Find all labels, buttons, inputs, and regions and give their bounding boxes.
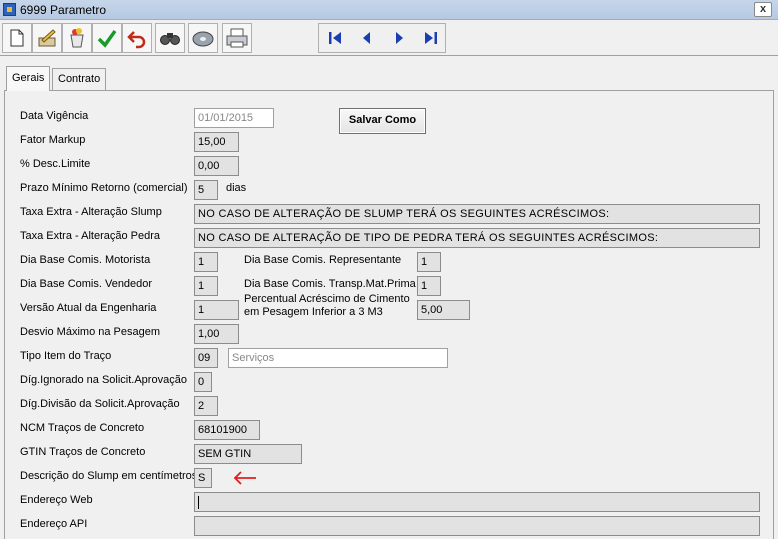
cancel-icon <box>70 28 84 48</box>
text-cursor <box>198 495 199 509</box>
gtin-field[interactable]: SEM GTIN <box>194 444 302 464</box>
edit-button[interactable] <box>32 23 62 53</box>
prev-record-button[interactable] <box>351 24 383 52</box>
first-record-icon <box>329 32 341 44</box>
label-percentual-cimento-2: em Pesagem Inferior a 3 M3 <box>244 306 383 318</box>
label-dia-motorista: Dia Base Comis. Motorista <box>20 254 151 266</box>
cancel-button[interactable] <box>62 23 92 53</box>
salvar-como-button[interactable]: Salvar Como <box>339 108 426 134</box>
fator-markup-field[interactable]: 15,00 <box>194 132 239 152</box>
label-dia-transp: Dia Base Comis. Transp.Mat.Prima <box>244 278 416 290</box>
endereco-web-field[interactable] <box>194 492 760 512</box>
label-slump-cm: Descrição do Slump em centímetros <box>20 470 198 482</box>
label-fator-markup: Fator Markup <box>20 134 86 146</box>
label-taxa-slump: Taxa Extra - Alteração Slump <box>20 206 162 218</box>
undo-button[interactable] <box>122 23 152 53</box>
taxa-pedra-field[interactable]: NO CASO DE ALTERAÇÃO DE TIPO DE PEDRA TE… <box>194 228 760 248</box>
new-icon <box>10 29 24 47</box>
window-title: 6999 Parametro <box>20 3 107 17</box>
label-taxa-pedra: Taxa Extra - Alteração Pedra <box>20 230 161 242</box>
prazo-minimo-unit: dias <box>226 182 247 194</box>
app-icon <box>3 3 16 16</box>
ncm-field[interactable]: 68101900 <box>194 420 260 440</box>
label-prazo-minimo: Prazo Mínimo Retorno (comercial) <box>20 182 188 194</box>
percentual-cimento-field[interactable]: 5,00 <box>417 300 470 320</box>
versao-engenharia-field[interactable]: 1 <box>194 300 239 320</box>
label-dia-representante: Dia Base Comis. Representante <box>244 254 402 266</box>
print-icon <box>226 28 248 48</box>
last-record-icon <box>425 32 437 44</box>
tab-contrato-web[interactable]: Contrato WEB <box>52 68 107 105</box>
tab-gerais[interactable]: Gerais <box>6 66 51 91</box>
save-disk-icon <box>192 31 214 47</box>
record-navigation <box>318 23 446 53</box>
edit-icon <box>38 29 56 47</box>
label-dig-ignorado: Díg.Ignorado na Solicit.Aprovação <box>20 374 187 386</box>
label-dig-divisao: Díg.Divisão da Solicit.Aprovação <box>20 398 180 410</box>
label-percentual-cimento-1: Percentual Acréscimo de Cimento <box>244 293 410 305</box>
confirm-button[interactable] <box>92 23 122 53</box>
find-button[interactable] <box>155 23 185 53</box>
dia-transp-field[interactable]: 1 <box>417 276 441 296</box>
title-bar: 6999 Parametro x <box>0 0 778 20</box>
tipo-item-code-field[interactable]: 09 <box>194 348 218 368</box>
find-icon <box>160 33 180 45</box>
prev-record-icon <box>363 32 370 44</box>
label-endereco-web: Endereço Web <box>20 494 93 506</box>
label-desvio-maximo: Desvio Máximo na Pesagem <box>20 326 161 338</box>
label-dia-vendedor: Dia Base Comis. Vendedor <box>20 278 153 290</box>
print-button[interactable] <box>222 23 252 53</box>
save-disk-button[interactable] <box>188 23 218 53</box>
label-tipo-item: Tipo Item do Traço <box>20 350 112 362</box>
undo-icon <box>127 31 146 49</box>
data-vigencia-field[interactable]: 01/01/2015 <box>194 108 274 128</box>
desc-limite-field[interactable]: 0,00 <box>194 156 239 176</box>
confirm-icon <box>97 29 117 48</box>
label-endereco-api: Endereço API <box>20 518 88 530</box>
dia-vendedor-field[interactable]: 1 <box>194 276 218 296</box>
desvio-maximo-field[interactable]: 1,00 <box>194 324 239 344</box>
label-versao-engenharia: Versão Atual da Engenharia <box>20 302 157 314</box>
annotation-arrow-icon <box>233 471 256 485</box>
dia-representante-field[interactable]: 1 <box>417 252 441 272</box>
slump-cm-field[interactable]: S <box>194 468 212 488</box>
next-record-button[interactable] <box>383 24 415 52</box>
endereco-api-field[interactable] <box>194 516 760 536</box>
first-record-button[interactable] <box>319 24 351 52</box>
close-button[interactable]: x <box>754 2 772 17</box>
label-ncm: NCM Traços de Concreto <box>20 422 145 434</box>
last-record-button[interactable] <box>415 24 447 52</box>
prazo-minimo-field[interactable]: 5 <box>194 180 218 200</box>
taxa-slump-field[interactable]: NO CASO DE ALTERAÇÃO DE SLUMP TERÁ OS SE… <box>194 204 760 224</box>
label-data-vigencia: Data Vigência <box>20 110 89 122</box>
dig-divisao-field[interactable]: 2 <box>194 396 218 416</box>
new-button[interactable] <box>2 23 32 53</box>
next-record-icon <box>396 32 403 44</box>
dia-motorista-field[interactable]: 1 <box>194 252 218 272</box>
tipo-item-description-field[interactable]: Serviços <box>228 348 448 368</box>
toolbar <box>0 20 778 56</box>
label-gtin: GTIN Traços de Concreto <box>20 446 146 458</box>
label-desc-limite: % Desc.Limite <box>20 158 91 170</box>
dig-ignorado-field[interactable]: 0 <box>194 372 212 392</box>
